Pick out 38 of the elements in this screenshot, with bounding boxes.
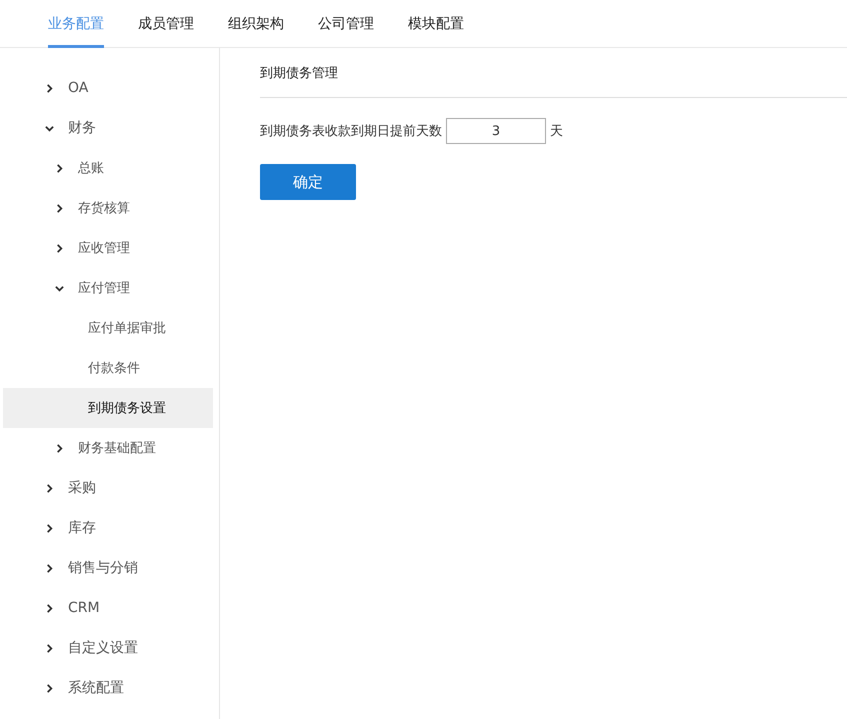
nav-tab[interactable]: 公司管理 [318,0,374,48]
days-input-field[interactable]: 3 [446,118,546,144]
field-label: 到期债务表收款到期日提前天数 [260,123,442,140]
chevron-icon [45,564,54,572]
chevron-icon [45,484,54,492]
sidebar-item[interactable]: 财务基础配置 [3,428,213,468]
sidebar-item[interactable]: 付款条件 [3,348,213,388]
chevron-icon [45,124,54,132]
sidebar-item[interactable]: 到期债务设置 [3,388,213,428]
sidebar-item[interactable]: CRM [3,588,213,628]
unit-label: 天 [550,123,563,140]
sidebar-item[interactable]: 系统配置 [3,668,213,708]
sidebar-item[interactable]: OA [3,68,213,108]
sidebar-item[interactable]: 销售与分销 [3,548,213,588]
chevron-icon [45,644,54,652]
confirm-button[interactable]: 确定 [260,164,356,200]
chevron-icon [55,244,64,252]
chevron-icon [55,204,64,212]
sidebar-item[interactable]: 采购 [3,468,213,508]
chevron-icon [45,84,54,92]
nav-tab[interactable]: 成员管理 [138,0,194,48]
sidebar-item[interactable]: 存货核算 [3,188,213,228]
sidebar-item[interactable]: 应付管理 [3,268,213,308]
sidebar-item[interactable]: 应付单据审批 [3,308,213,348]
sidebar-item[interactable]: 总账 [3,148,213,188]
panel-title: 到期债务管理 [260,48,847,98]
sidebar-item[interactable]: 自定义设置 [3,628,213,668]
nav-tab[interactable]: 组织架构 [228,0,284,48]
sidebar-item[interactable]: 库存 [3,508,213,548]
chevron-icon [45,684,54,692]
chevron-icon [45,604,54,612]
nav-tab[interactable]: 模块配置 [408,0,464,48]
chevron-icon [55,444,64,452]
chevron-icon [55,164,64,172]
sidebar-item[interactable]: 应收管理 [3,228,213,268]
sidebar-item[interactable]: 财务 [3,108,213,148]
chevron-icon [55,284,64,292]
chevron-icon [45,524,54,532]
